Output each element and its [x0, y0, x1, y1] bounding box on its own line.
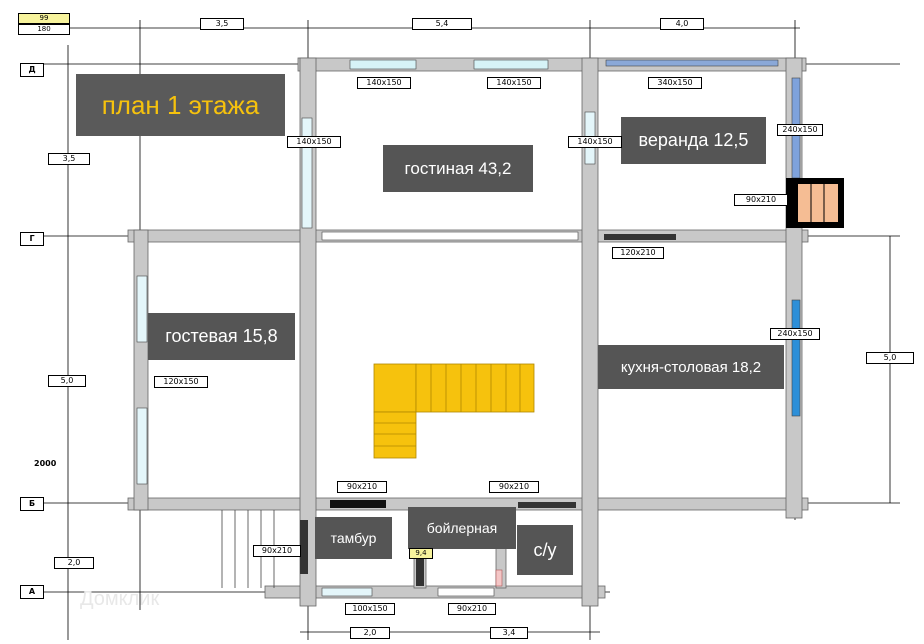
- label-door-veranda: 90x210: [734, 194, 788, 206]
- label-w-top3: 340x150: [648, 77, 702, 89]
- staircase: [373, 363, 535, 459]
- veranda-steps: [786, 178, 844, 228]
- label-door-b2: 90x210: [489, 481, 539, 493]
- axis-d: Д: [20, 63, 44, 77]
- dim-bottom-1: 2,0: [350, 627, 390, 639]
- dim-left-1: 3,5: [48, 153, 90, 165]
- room-guest: гостевая 15,8: [148, 313, 295, 360]
- dim-left-2: 5,0: [48, 375, 86, 387]
- watermark: Домклик: [80, 588, 160, 610]
- label-door-b1: 90x210: [337, 481, 387, 493]
- room-tambour: тамбур: [315, 517, 392, 559]
- dim-bottom-2: 3,4: [490, 627, 528, 639]
- corner-top-box: 99: [18, 13, 70, 24]
- dim-left-3: 2,0: [54, 557, 94, 569]
- label-door-tambour: 90x210: [253, 545, 301, 557]
- label-door-bottom2: 90x210: [448, 603, 496, 615]
- axis-g: Г: [20, 232, 44, 246]
- label-w-bottom1: 100x150: [345, 603, 395, 615]
- room-kitchen: кухня-столовая 18,2: [598, 345, 784, 389]
- plan-title: план 1 этажа: [76, 74, 285, 136]
- label-boiler-tag: 9,4: [409, 548, 433, 559]
- room-living: гостиная 43,2: [383, 145, 533, 192]
- dim-top-2: 5,4: [412, 18, 472, 30]
- dim-top-1: 3,5: [200, 18, 244, 30]
- axis-b: Б: [20, 497, 44, 511]
- label-w-top2: 140x150: [487, 77, 541, 89]
- room-veranda: веранда 12,5: [621, 117, 766, 164]
- dim-right-1: 5,0: [866, 352, 914, 364]
- label-w-right-mid: 240x150: [770, 328, 820, 340]
- label-w-right-top: 240x150: [777, 124, 823, 136]
- label-w-guest: 120x150: [154, 376, 208, 388]
- label-w-mid-top: 140x150: [568, 136, 622, 148]
- label-w-left-top: 140x150: [287, 136, 341, 148]
- room-wc: с/у: [517, 525, 573, 575]
- axis-a: А: [20, 585, 44, 599]
- room-boiler: бойлерная: [408, 507, 516, 549]
- label-w-top1: 140x150: [357, 77, 411, 89]
- dim-top-3: 4,0: [660, 18, 704, 30]
- dim-left-total: 2000: [34, 459, 57, 468]
- corner-bottom-box: 180: [18, 24, 70, 35]
- label-door-kitchen-top: 120x210: [612, 247, 664, 259]
